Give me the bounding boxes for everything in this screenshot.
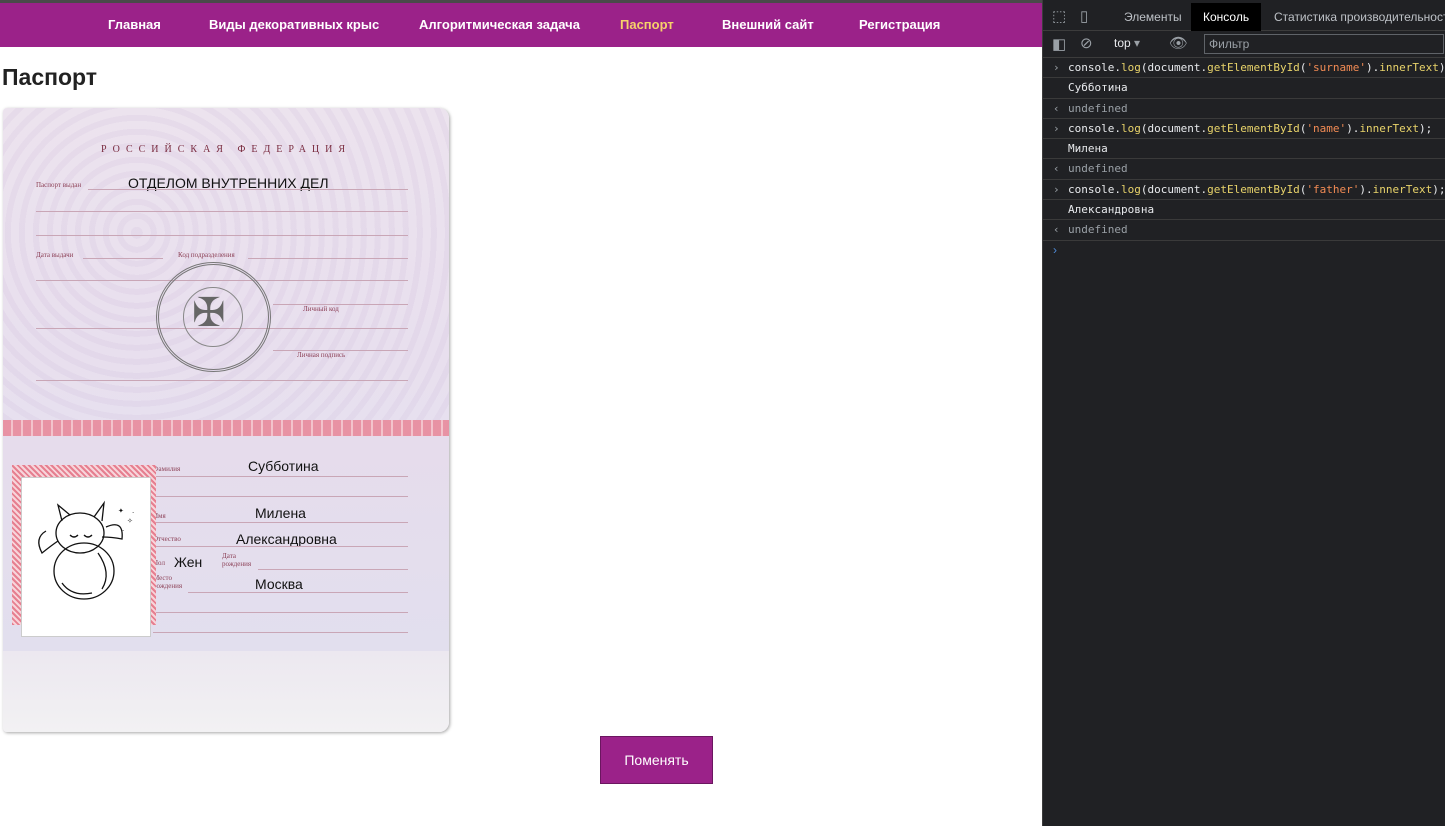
name-value: Милена (255, 505, 306, 521)
command-chevron-icon: › (1053, 61, 1060, 74)
svg-text:·: · (132, 509, 134, 517)
nav-link-registration[interactable]: Регистрация (859, 17, 940, 32)
result-arrow-icon: ‹ (1053, 162, 1060, 176)
patronymic-label: Отчество (153, 535, 181, 543)
devtools-tabbar: ⬚ ▯ Элементы Консоль Статистика производ… (1043, 3, 1445, 31)
passport-upper-page: РОССИЙСКАЯ ФЕДЕРАЦИЯ Паспорт выдан ОТДЕЛ… (3, 108, 449, 420)
top-navigation: Главная Виды декоративных крыс Алгоритми… (0, 0, 1042, 47)
nav-link-home[interactable]: Главная (108, 17, 161, 32)
nav-link-passport[interactable]: Паспорт (620, 17, 674, 32)
surname-label: Фамилия (153, 465, 181, 473)
console-command-row: › console.log(document.getElementById('n… (1043, 119, 1445, 140)
coat-of-arms-icon: ✠ (192, 291, 226, 335)
console-result-row: ‹ undefined (1043, 220, 1445, 241)
command-chevron-icon: › (1053, 121, 1060, 135)
console-result-row: ‹ undefined (1043, 99, 1445, 119)
live-expression-eye-icon[interactable]: 👁 (1169, 34, 1188, 52)
cat-drawing-icon: ✦✧· · (38, 500, 134, 600)
passport-card: РОССИЙСКАЯ ФЕДЕРАЦИЯ Паспорт выдан ОТДЕЛ… (3, 108, 449, 732)
nav-link-external-site[interactable]: Внешний сайт (722, 17, 814, 32)
passport-stripe (3, 420, 449, 436)
sex-value: Жен (174, 554, 203, 570)
page-title: Паспорт (2, 64, 98, 90)
passport-bottom-margin (3, 651, 449, 732)
console-command-row: › console.log(document.getElementById('f… (1043, 180, 1445, 201)
signature-label: Личная подпись (297, 351, 346, 359)
birth-place-label: Место рождения (153, 574, 183, 590)
issue-date-label: Дата выдачи (36, 251, 74, 259)
official-stamp: ✠ (156, 262, 271, 372)
prompt-chevron-icon: › (1053, 242, 1057, 257)
owner-photo: ✦ ✧ · · (21, 477, 151, 637)
console-prompt[interactable]: › (1043, 241, 1445, 261)
chevron-down-icon: ▾ (1134, 36, 1141, 50)
birth-place-value: Москва (255, 576, 303, 592)
division-code-label: Код подразделения (178, 251, 235, 259)
devtools-panel: ⬚ ▯ Элементы Консоль Статистика производ… (1042, 0, 1445, 826)
console-toolbar: ◧ ⊘ top ▾ 👁 (1043, 31, 1445, 58)
console-log: › console.log(document.getElementById('s… (1043, 58, 1445, 261)
issued-by-label: Паспорт выдан (36, 181, 82, 189)
tab-console[interactable]: Консоль (1191, 3, 1262, 31)
surname-value: Субботина (248, 458, 319, 474)
tab-performance-insights[interactable]: Статистика производительности (1274, 3, 1445, 31)
photo-frame: ✦ ✧ · · (12, 465, 156, 637)
console-command-row: › console.log(document.getElementById('s… (1043, 58, 1445, 79)
sidebar-toggle-icon[interactable]: ◧ (1052, 35, 1066, 53)
change-button[interactable]: Поменять (600, 736, 713, 784)
console-result-row: ‹ undefined (1043, 159, 1445, 180)
web-page: Главная Виды декоративных крыс Алгоритми… (0, 0, 1042, 826)
birth-date-label: Дата рождения (222, 552, 252, 568)
nav-link-algorithm-task[interactable]: Алгоритмическая задача (419, 17, 580, 32)
console-output-row: Милена (1043, 139, 1445, 160)
svg-text:✦: ✦ (118, 507, 124, 515)
svg-text:·: · (122, 527, 124, 535)
svg-text:✧: ✧ (127, 517, 133, 525)
console-output-row: Субботина (1043, 78, 1445, 99)
clear-console-icon[interactable]: ⊘ (1080, 34, 1093, 52)
command-chevron-icon: › (1053, 182, 1060, 196)
device-toolbar-icon[interactable]: ▯ (1080, 7, 1088, 25)
patronymic-value: Александровна (236, 531, 337, 547)
result-arrow-icon: ‹ (1053, 223, 1060, 237)
console-output-row: Александровна (1043, 200, 1445, 221)
nav-link-rat-breeds[interactable]: Виды декоративных крыс (209, 17, 379, 32)
personal-code-label: Личный код (303, 305, 339, 313)
inspect-element-icon[interactable]: ⬚ (1052, 7, 1066, 25)
filter-input[interactable] (1204, 34, 1444, 54)
result-arrow-icon: ‹ (1053, 101, 1060, 115)
context-selector[interactable]: top ▾ (1114, 36, 1140, 50)
passport-heading: РОССИЙСКАЯ ФЕДЕРАЦИЯ (100, 144, 352, 155)
tab-elements[interactable]: Элементы (1124, 3, 1182, 31)
